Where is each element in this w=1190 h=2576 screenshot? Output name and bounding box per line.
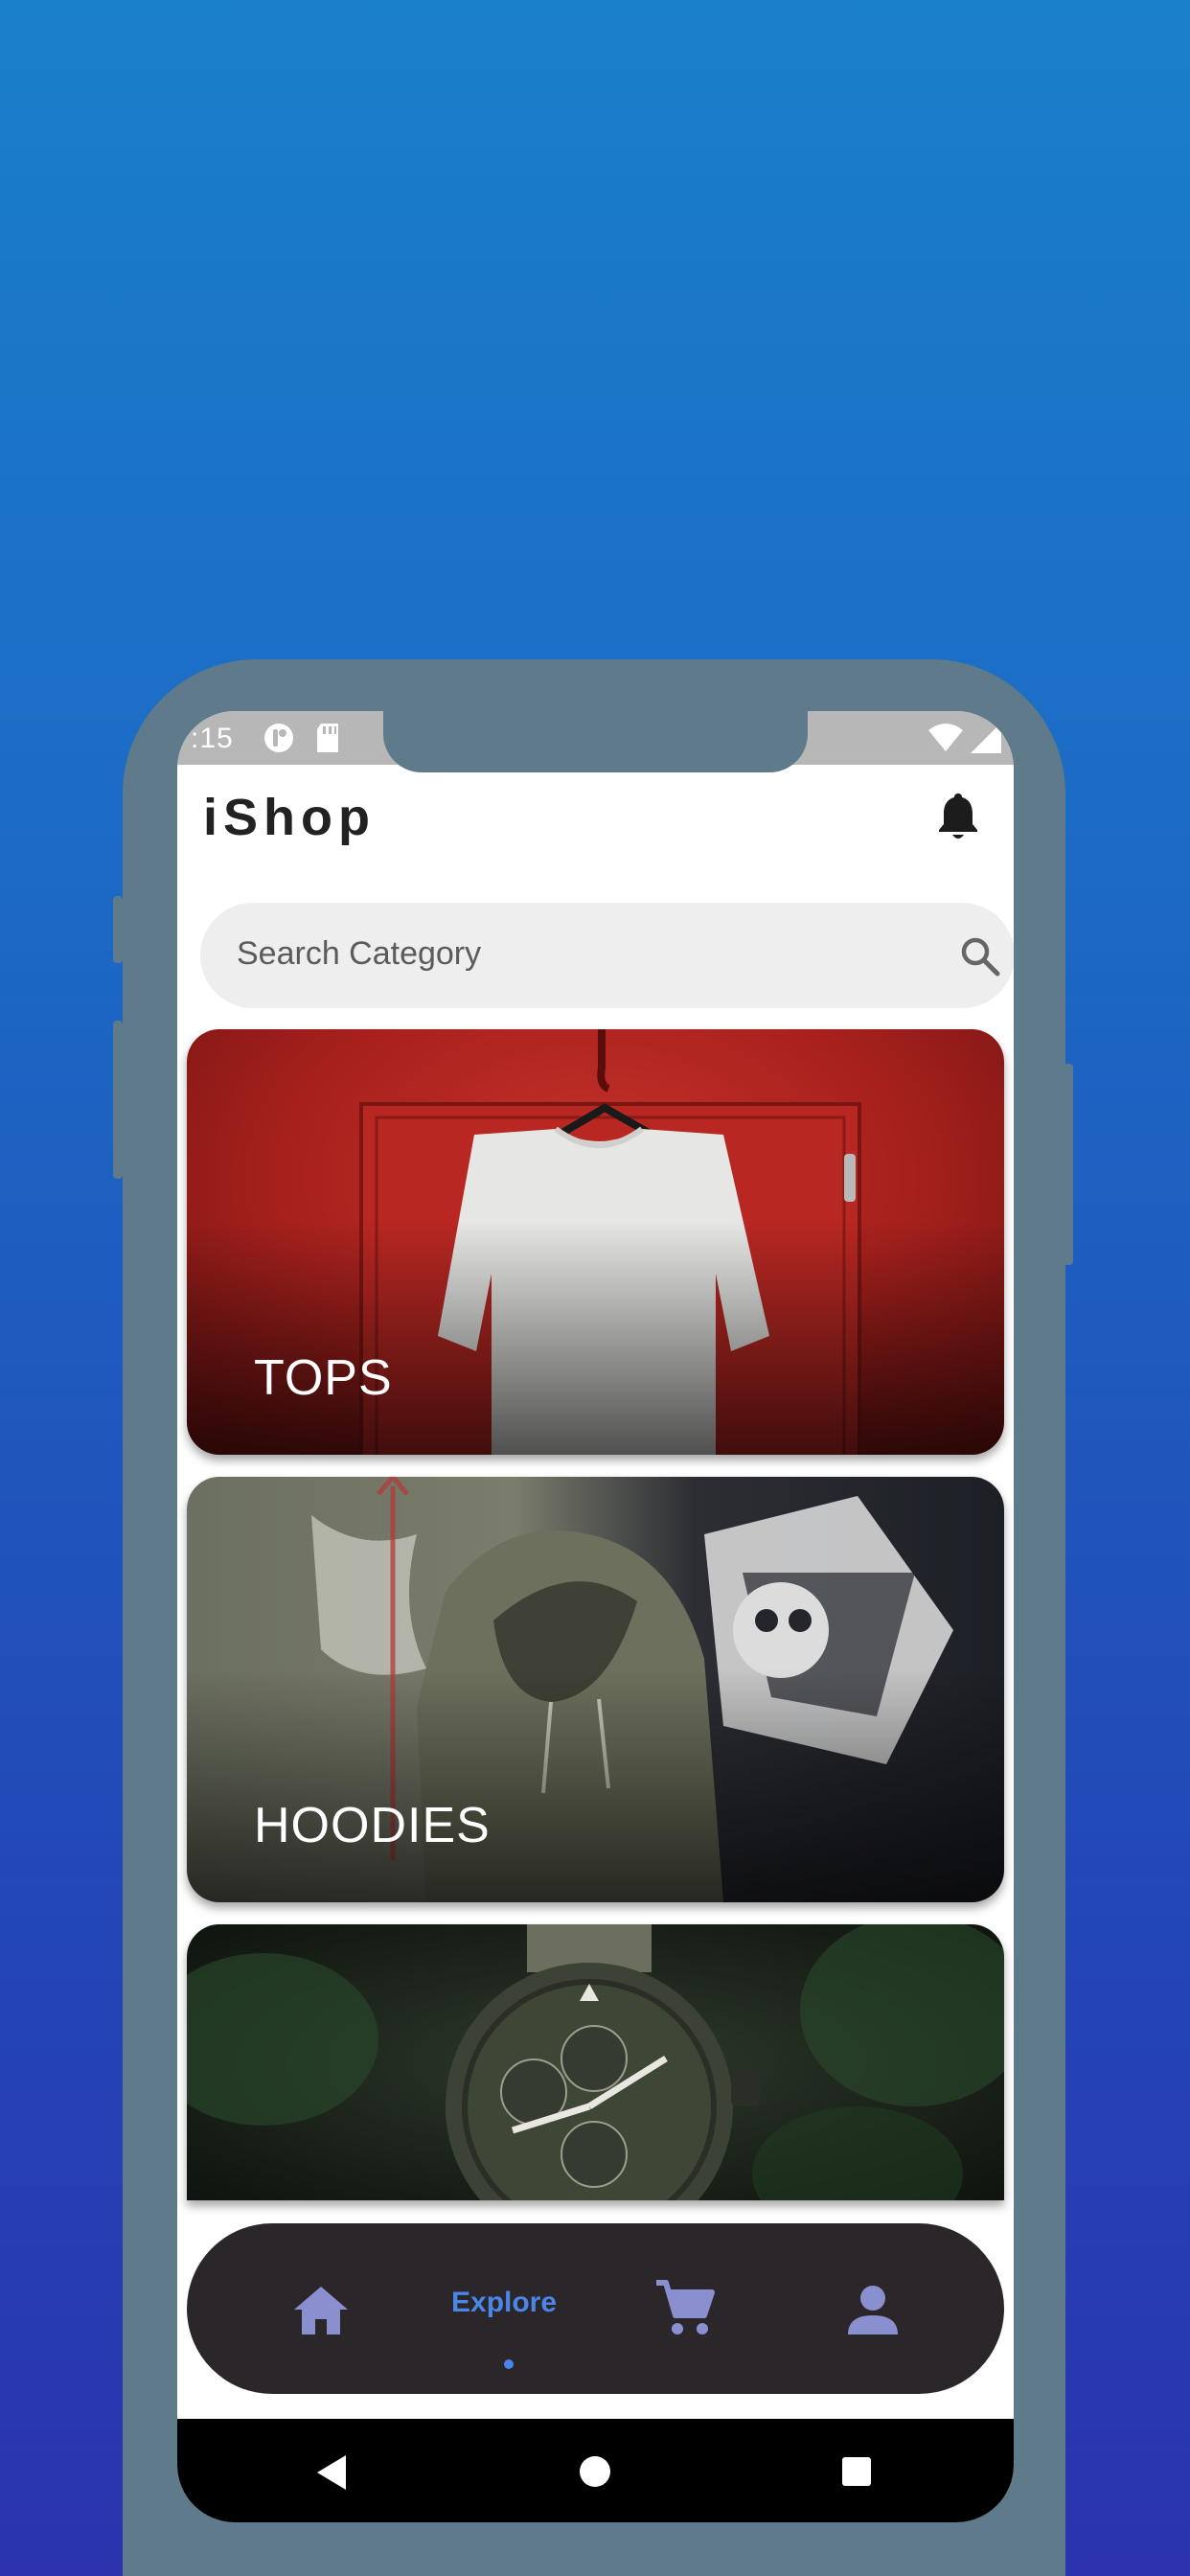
category-card-hoodies[interactable]: HOODIES [187, 1477, 1004, 1902]
category-label: HOODIES [254, 1798, 491, 1853]
watch-image [187, 1924, 1004, 2200]
signal-icon [971, 723, 1001, 753]
active-indicator-dot [504, 2359, 514, 2369]
search-placeholder: Search Category [237, 935, 482, 972]
phone-screen: :15 iShop Search Category TOPS HOODIES E… [177, 711, 1014, 2522]
notch [383, 711, 808, 772]
sd-card-icon [317, 724, 338, 752]
back-icon[interactable] [313, 2453, 352, 2492]
phone-side-button [113, 1021, 123, 1179]
status-time: :15 [191, 723, 234, 754]
app-title: iShop [203, 789, 376, 846]
category-card-tops[interactable]: TOPS [187, 1029, 1004, 1455]
phone-side-button [113, 896, 123, 963]
bell-icon[interactable] [934, 790, 982, 843]
cart-icon[interactable] [654, 2279, 716, 2338]
search-icon[interactable] [957, 933, 1003, 979]
wifi-icon [928, 724, 963, 751]
person-icon[interactable] [846, 2283, 900, 2336]
home-button-icon[interactable] [578, 2454, 612, 2489]
nav-explore-label[interactable]: Explore [451, 2287, 557, 2319]
search-bar[interactable]: Search Category [200, 903, 1014, 1008]
home-icon[interactable] [292, 2283, 350, 2336]
notification-icon [264, 724, 293, 752]
recents-icon[interactable] [840, 2455, 873, 2488]
bottom-nav: Explore [187, 2223, 1004, 2394]
system-navigation-bar [177, 2419, 1014, 2522]
category-card-watches[interactable] [187, 1924, 1004, 2200]
phone-side-button [1064, 1064, 1073, 1265]
category-label: TOPS [254, 1350, 393, 1406]
card-overlay [187, 1220, 1004, 1455]
card-overlay [187, 1668, 1004, 1902]
